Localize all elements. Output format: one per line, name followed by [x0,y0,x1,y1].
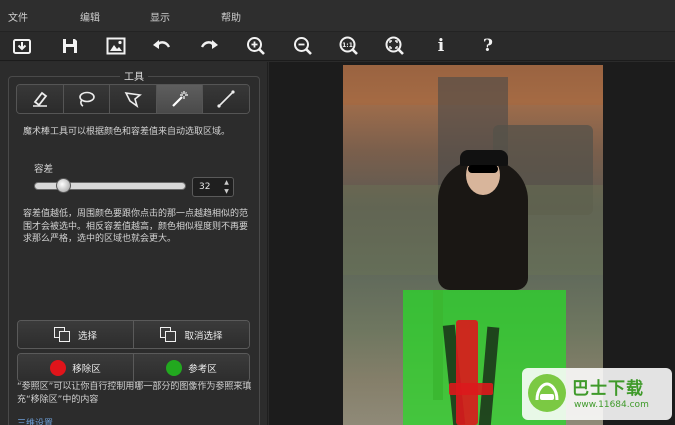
menu-file[interactable]: 文件 [8,9,28,24]
menu-edit[interactable]: 编辑 [80,9,100,24]
green-dot-icon [166,359,183,376]
spin-up-icon[interactable]: ▲ [222,179,231,187]
selection-button-row: 选择 取消选择 [17,320,250,349]
magic-wand-tool[interactable] [156,85,204,113]
select-button[interactable]: 选择 [18,321,133,348]
zoom-fit-icon[interactable] [383,35,407,57]
red-dot-icon [50,359,67,376]
picture-icon[interactable] [104,35,128,57]
help-icon[interactable]: ? [476,35,500,57]
reference-area-button[interactable]: 参考区 [133,354,249,381]
menu-bar: 文件 编辑 显示 帮助 [0,0,675,32]
select-label: 选择 [77,330,97,342]
woman-hair [460,150,508,166]
select-icon [53,326,72,343]
menu-help[interactable]: 帮助 [221,9,241,24]
undo-arrow-icon[interactable] [150,35,174,57]
tolerance-slider-thumb[interactable] [55,178,71,193]
zoom-1to1-icon[interactable]: 1:1 [337,35,361,57]
deselect-button[interactable]: 取消选择 [133,321,249,348]
deselect-icon [160,326,178,343]
lasso-tool[interactable] [63,85,111,113]
info-icon[interactable]: i [429,35,453,57]
tolerance-label: 容差 [34,164,54,175]
lasso-icon [79,91,96,107]
reference-area-label: 参考区 [188,363,217,375]
toolbar: 1:1 i ? [0,32,675,61]
line-icon [217,90,235,108]
floppy-disk-icon[interactable] [58,35,82,57]
tools-panel: 工具 魔术棒工具可以根据颜色和容差值来自动选取区域。 容差 32 ▲ ▼ 容差值… [0,62,268,425]
redo-arrow-icon[interactable] [197,35,221,57]
tool-selector [16,84,250,114]
remove-area-stock [449,383,493,395]
watermark-logo-icon [528,374,566,412]
tolerance-value: 32 [199,182,211,192]
tolerance-help-text: 容差值越低，周围颜色要跟你点击的那一点越趋相似的范围才会被选中。相反容差值越高，… [23,209,249,244]
tools-panel-title: 工具 [120,68,148,83]
polygon-lasso-tool[interactable] [110,85,157,113]
remove-area-label: 移除区 [72,363,101,375]
info-label: i [437,36,445,56]
reference-area-note: “参照区”可以让你自行控制用哪一部分的图像作为参照来填充“移除区”中的内容 [17,382,252,405]
watermark-title: 巴士下载 [572,379,644,399]
site-watermark: 巴士下载 www.11684.com [522,368,672,420]
remove-area-overlay [456,320,478,425]
eraser-icon [32,91,48,107]
eraser-tool[interactable] [17,85,64,113]
tool-description: 魔术棒工具可以根据颜色和容差值来自动选取区域。 [23,127,231,137]
tolerance-spinbox[interactable]: 32 ▲ ▼ [192,177,234,197]
settings-link[interactable]: 三维设置 [17,416,53,425]
remove-area-button[interactable]: 移除区 [18,354,133,381]
sunglasses [468,165,498,173]
menu-view[interactable]: 显示 [150,9,170,24]
zoom-1to1-label: 1:1 [342,42,353,49]
tray-arrow-icon[interactable] [10,35,34,57]
deselect-label: 取消选择 [184,330,223,342]
zoom-out-icon[interactable] [291,35,315,57]
watermark-url: www.11684.com [574,400,649,410]
zoom-in-icon[interactable] [244,35,268,57]
spin-down-icon[interactable]: ▼ [222,188,231,196]
help-label: ? [483,36,493,56]
magic-wand-icon [171,91,188,107]
polygon-lasso-icon [124,91,142,108]
line-tool[interactable] [203,85,249,113]
area-button-row: 移除区 参考区 [17,353,250,382]
